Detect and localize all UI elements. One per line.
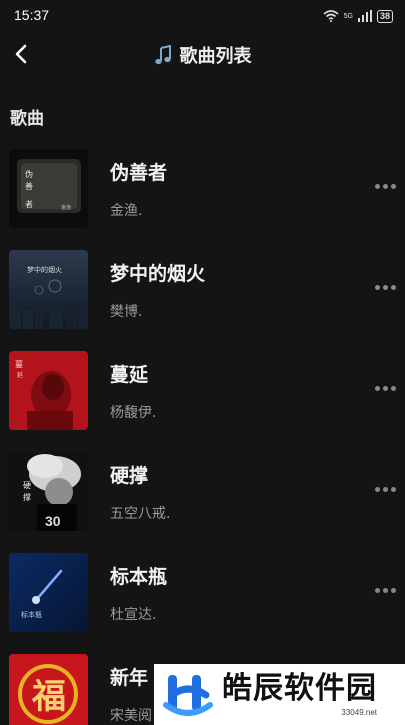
svg-text:善: 善 (25, 181, 33, 191)
status-icons: 5G 38 (323, 8, 393, 24)
svg-text:者: 者 (25, 200, 33, 209)
svg-text:福: 福 (31, 677, 66, 717)
song-row[interactable]: 标本瓶 标本瓶 杜宣达. (0, 552, 405, 653)
more-options-button[interactable] (370, 378, 400, 398)
album-cover[interactable]: 福 (9, 654, 88, 725)
more-options-button[interactable] (370, 580, 400, 600)
signal-icon (357, 10, 372, 22)
svg-text:硬: 硬 (23, 481, 31, 490)
song-title: 蔓延 (110, 364, 149, 386)
battery-icon: 38 (376, 9, 393, 23)
svg-text:延: 延 (17, 371, 23, 379)
status-time: 15:37 (14, 7, 50, 23)
song-artist: 宋美阅 (110, 708, 152, 724)
song-title: 新年 (110, 667, 149, 689)
music-note-icon (154, 45, 171, 65)
svg-text:标本瓶: 标本瓶 (21, 610, 42, 619)
network-type: 5G (343, 12, 353, 20)
status-bar: 15:37 5G 38 (0, 0, 405, 32)
song-artist: 杜宣达. (110, 607, 157, 623)
watermark-logo-icon (163, 674, 213, 716)
song-title: 梦中的烟火 (110, 263, 206, 285)
page-title: 歌曲列表 (0, 42, 405, 68)
song-title: 伪善者 (110, 162, 168, 184)
more-options-button[interactable] (370, 176, 400, 196)
song-list: 伪 善 者 金渔 伪善者 金渔. 梦中的烟火 梦中的烟火 樊博. 蔓 延 蔓延 … (0, 148, 405, 725)
song-artist: 樊博. (110, 304, 143, 320)
song-artist: 五空八戒. (110, 506, 171, 522)
album-cover[interactable]: 梦中的烟火 (9, 250, 88, 329)
svg-text:伪: 伪 (25, 169, 33, 179)
song-artist: 杨馥伊. (110, 405, 157, 421)
song-row[interactable]: 蔓 延 蔓延 杨馥伊. (0, 350, 405, 451)
song-row[interactable]: 梦中的烟火 梦中的烟火 樊博. (0, 249, 405, 350)
svg-text:撑: 撑 (23, 492, 31, 502)
more-options-button[interactable] (370, 277, 400, 297)
song-title: 标本瓶 (110, 566, 168, 588)
album-cover[interactable]: 伪 善 者 金渔 (9, 149, 88, 228)
album-cover[interactable]: 蔓 延 (9, 351, 88, 430)
svg-text:金渔: 金渔 (61, 204, 71, 211)
album-cover[interactable]: 标本瓶 (9, 553, 88, 632)
song-row[interactable]: 伪 善 者 金渔 伪善者 金渔. (0, 148, 405, 249)
page-title-text: 歌曲列表 (179, 46, 252, 67)
svg-text:30: 30 (45, 513, 61, 529)
svg-text:梦中的烟火: 梦中的烟火 (27, 265, 62, 274)
wifi-icon (323, 10, 339, 22)
section-label: 歌曲 (10, 109, 44, 129)
watermark: 皓辰软件园 33049.net (154, 664, 405, 725)
song-row[interactable]: 30 硬 撑 硬撑 五空八戒. (0, 451, 405, 552)
song-artist: 金渔. (110, 203, 143, 219)
watermark-text: 皓辰软件园 33049.net (222, 671, 377, 718)
svg-text:蔓: 蔓 (15, 359, 23, 369)
watermark-url: 33049.net (341, 708, 377, 717)
song-title: 硬撑 (110, 465, 149, 487)
nav-bar: 歌曲列表 (0, 32, 405, 76)
album-cover[interactable]: 30 硬 撑 (9, 452, 88, 531)
more-options-button[interactable] (370, 479, 400, 499)
watermark-name: 皓辰软件园 (222, 671, 377, 706)
